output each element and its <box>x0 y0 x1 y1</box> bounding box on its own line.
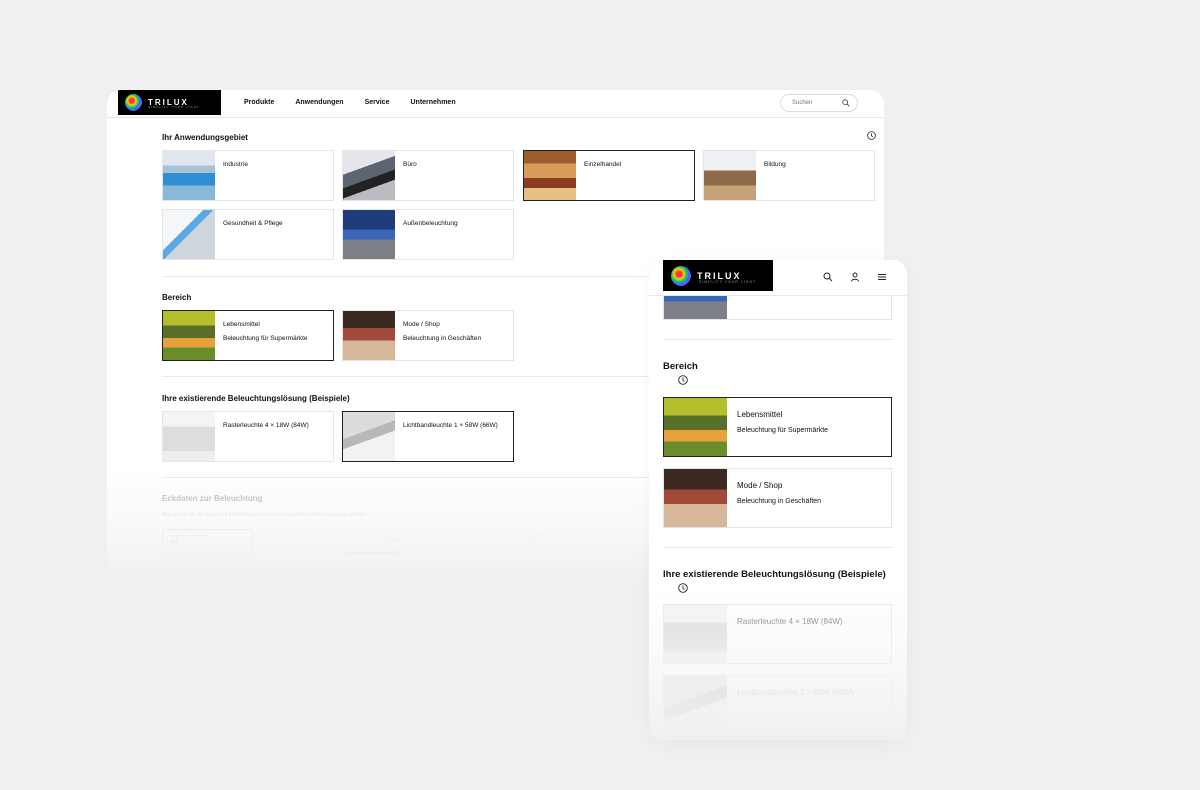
tile-image <box>664 469 727 527</box>
tile-rasterleuchte[interactable]: Rasterleuchte 4 × 18W (84W) <box>663 604 892 664</box>
tile-lichtbandleuchte[interactable]: Lichtbandleuchte 1 × 58W (66W) <box>663 675 892 735</box>
tile-mode-shop[interactable]: Mode / Shop Beleuchtung in Geschäften <box>663 468 892 528</box>
anzahl-leuchten-input[interactable]: Anzahl der Leuchten 84 <box>162 529 253 554</box>
tile-label: Einzelhandel <box>584 161 622 168</box>
laufzeit-value: 30 <box>530 542 538 549</box>
tile-sublabel: Beleuchtung in Geschäften <box>737 498 822 506</box>
tile-image <box>163 311 215 360</box>
tile-label: Mode / Shop <box>403 321 440 328</box>
section-title-eckdaten: Eckdaten zur Beleuchtung <box>162 494 263 503</box>
info-icon[interactable] <box>678 583 688 593</box>
section-title-bereich: Bereich <box>663 361 698 372</box>
tile-rasterleuchte[interactable]: Rasterleuchte 4 × 18W (84W) <box>162 411 334 462</box>
tile-image <box>343 151 395 200</box>
tile-image <box>163 151 215 200</box>
tile-label: Gesundheit & Pflege <box>223 220 283 227</box>
trilux-logo[interactable]: TRILUX SIMPLIFY YOUR LIGHT <box>118 90 221 115</box>
section-title-bereich: Bereich <box>162 293 192 302</box>
nav-item-anwendungen[interactable]: Anwendungen <box>295 99 343 106</box>
tile-sublabel: Beleuchtung in Geschäften <box>403 334 482 342</box>
tile-mode-shop[interactable]: Mode / Shop Beleuchtung in Geschäften <box>342 310 514 361</box>
logo-tagline: SIMPLIFY YOUR LIGHT <box>148 105 200 109</box>
tile-label: Rasterleuchte 4 × 18W (84W) <box>737 617 843 626</box>
tile-bildung[interactable]: Bildung <box>703 150 875 201</box>
tile-image <box>704 151 756 200</box>
main-nav: Produkte Anwendungen Service Unternehmen <box>244 99 456 106</box>
tile-lebensmittel[interactable]: Lebensmittel Beleuchtung für Supermärkte <box>663 397 892 457</box>
laufzeit-label: Laufzeit <box>530 533 548 539</box>
info-icon[interactable] <box>678 375 688 385</box>
section-title-loesung: Ihre existierende Beleuchtungslösung (Be… <box>663 569 886 580</box>
tile-image <box>524 151 576 200</box>
mobile-window: TRILUX SIMPLIFY YOUR LIGHT Bereich Leben… <box>649 260 907 740</box>
user-icon[interactable] <box>850 272 860 282</box>
tile-image <box>343 412 395 461</box>
tile-label: Lichtbandleuchte 1 × 58W (66W) <box>403 422 498 429</box>
field-value: 84 <box>170 539 178 546</box>
section-title-anwendung: Ihr Anwendungsgebiet <box>162 133 248 142</box>
tile-image <box>343 311 395 360</box>
tile-einzelhandel[interactable]: Einzelhandel <box>523 150 695 201</box>
tile-label: Mode / Shop <box>737 481 783 490</box>
tile-label: Büro <box>403 161 417 168</box>
tile-sublabel: Beleuchtung für Supermärkte <box>223 334 308 342</box>
eckdaten-hint: Bitte geben Sie die folgenden Informatio… <box>162 512 368 518</box>
logo-burst-icon <box>671 265 691 286</box>
tile-image <box>664 398 727 456</box>
tile-buero[interactable]: Büro <box>342 150 514 201</box>
tile-label: Lebensmittel <box>737 410 783 419</box>
divider <box>663 547 892 548</box>
tile-label: Rasterleuchte 4 × 18W (84W) <box>223 422 309 429</box>
tile-aussen[interactable]: Außenbeleuchtung <box>342 209 514 260</box>
tile-label: Bildung <box>764 161 786 168</box>
search-placeholder: Suchen <box>792 100 813 106</box>
search-icon[interactable] <box>823 272 833 282</box>
tile-image <box>163 412 215 461</box>
tile-label: Lebensmittel <box>223 321 260 328</box>
tile-image <box>163 210 215 259</box>
tile-label: Industrie <box>223 161 248 168</box>
slider-label: 30 ct/kWh <box>381 538 404 544</box>
info-icon[interactable] <box>867 131 876 140</box>
tile-industrie[interactable]: Industrie <box>162 150 334 201</box>
tile-image <box>664 676 727 734</box>
search-icon[interactable] <box>842 99 850 107</box>
trilux-logo[interactable]: TRILUX SIMPLIFY YOUR LIGHT <box>663 260 773 291</box>
divider <box>663 339 892 340</box>
nav-item-produkte[interactable]: Produkte <box>244 99 274 106</box>
logo-word: TRILUX <box>697 270 742 281</box>
tile-gesundheit[interactable]: Gesundheit & Pflege <box>162 209 334 260</box>
slider-handle[interactable] <box>392 549 400 557</box>
desktop-header: TRILUX SIMPLIFY YOUR LIGHT Produkte Anwe… <box>107 90 884 118</box>
tile-lichtbandleuchte[interactable]: Lichtbandleuchte 1 × 58W (66W) <box>342 411 514 462</box>
logo-tagline: SIMPLIFY YOUR LIGHT <box>699 280 757 284</box>
tile-label: Lichtbandleuchte 1 × 58W (66W) <box>737 688 854 697</box>
mobile-header: TRILUX SIMPLIFY YOUR LIGHT <box>649 260 907 296</box>
nav-item-service[interactable]: Service <box>365 99 390 106</box>
tile-label: Außenbeleuchtung <box>403 220 458 227</box>
tile-image <box>664 605 727 663</box>
menu-icon[interactable] <box>877 272 887 282</box>
search-input[interactable]: Suchen <box>780 94 858 112</box>
tile-image <box>343 210 395 259</box>
logo-burst-icon <box>125 94 142 111</box>
section-title-loesung: Ihre existierende Beleuchtungslösung (Be… <box>162 394 350 403</box>
tile-sublabel: Beleuchtung für Supermärkte <box>737 427 829 435</box>
strompreis-slider[interactable] <box>345 552 396 554</box>
nav-item-unternehmen[interactable]: Unternehmen <box>410 99 455 106</box>
tile-lebensmittel[interactable]: Lebensmittel Beleuchtung für Supermärkte <box>162 310 334 361</box>
field-label: Anzahl der Leuchten <box>170 533 207 538</box>
